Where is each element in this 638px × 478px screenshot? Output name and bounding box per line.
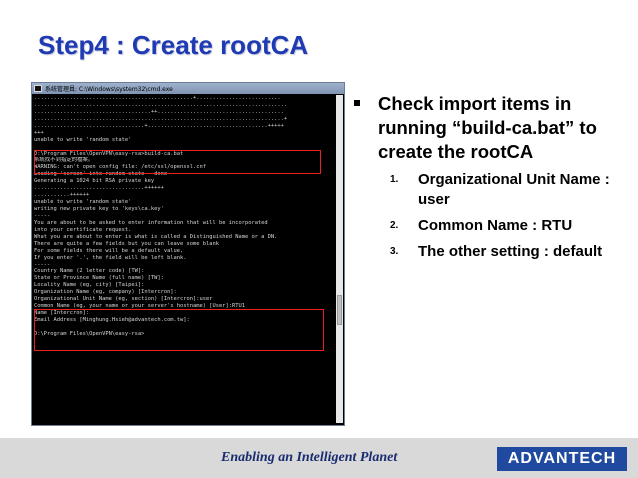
cmd-window-title: 系统管理員: C:\Windows\system32\cmd.exe xyxy=(45,86,173,93)
cmd-scrollbar[interactable] xyxy=(336,95,343,423)
sub-item: 3. The other setting : default xyxy=(390,242,620,262)
cmd-line: ..................................++++++ xyxy=(34,185,164,192)
sub-item-text: The other setting : default xyxy=(418,243,603,260)
footer-tagline: Enabling an Intelligent Planet xyxy=(221,450,398,465)
slide-title: Step4 : Create rootCA xyxy=(38,30,309,60)
cmd-line: into your certificate request. xyxy=(34,226,132,233)
sub-item: 2. Common Name : RTU xyxy=(390,216,620,236)
sub-item-number: 2. xyxy=(390,220,399,231)
cmd-line: unable to write 'random state' xyxy=(34,136,132,143)
cmd-line: You are about to be asked to enter infor… xyxy=(34,219,268,226)
sub-item-number: 1. xyxy=(390,174,399,185)
cmd-line: Generating a 1024 bit RSA private key xyxy=(34,178,155,185)
cmd-line: ........................................… xyxy=(34,101,288,108)
cmd-line: State or Province Name (full name) [TW]: xyxy=(34,275,164,282)
cmd-line: Locality Name (eg, city) [Taipei]: xyxy=(34,282,145,289)
cmd-output: ........................................… xyxy=(34,95,335,423)
cmd-line: Organizational Unit Name (eg, section) [… xyxy=(34,296,213,303)
logo-text: ADVANTECH xyxy=(507,450,617,467)
cmd-line: Country Name (2 letter code) [TW]: xyxy=(34,268,145,275)
cmd-line: What you are about to enter is what is c… xyxy=(34,233,278,240)
sub-item-text: Organizational Unit Name : user xyxy=(418,171,610,208)
sub-item: 1. Organizational Unit Name : user xyxy=(390,170,620,210)
cmd-line: ----- xyxy=(34,212,51,219)
cmd-line: ..................................+.....… xyxy=(34,122,284,129)
sub-list: 1. Organizational Unit Name : user 2. Co… xyxy=(390,170,620,268)
cmd-line: ----- xyxy=(34,261,51,268)
highlight-box-org-unit xyxy=(34,309,324,351)
cmd-icon xyxy=(34,85,42,92)
highlight-box-build-ca xyxy=(34,150,321,174)
cmd-scroll-thumb[interactable] xyxy=(337,295,342,325)
cmd-line: ........................................… xyxy=(34,115,288,122)
sub-item-text: Common Name : RTU xyxy=(418,217,573,234)
bullet-square-icon xyxy=(354,100,360,106)
cmd-line: Organization Name (eg, company) [Intercr… xyxy=(34,289,177,296)
cmd-line: If you enter '.', the field will be left… xyxy=(34,254,187,261)
cmd-line: ....................................++..… xyxy=(34,108,284,115)
cmd-line: +++ xyxy=(34,129,44,136)
cmd-line: writing new private key to 'keys\ca.key' xyxy=(34,206,164,212)
main-bullet: Check import items in running “build-ca.… xyxy=(354,92,604,164)
cmd-window[interactable]: 系统管理員: C:\Windows\system32\cmd.exe .....… xyxy=(31,82,345,426)
advantech-logo: ADVANTECH xyxy=(497,447,627,471)
cmd-line: There are quite a few fields but you can… xyxy=(34,240,219,247)
cmd-line: ...........++++++ xyxy=(34,192,90,199)
cmd-line: For some fields there will be a default … xyxy=(34,247,184,254)
sub-item-number: 3. xyxy=(390,246,399,257)
cmd-line: unable to write 'random state' xyxy=(34,199,132,206)
main-bullet-text: Check import items in running “build-ca.… xyxy=(378,93,597,162)
cmd-titlebar[interactable]: 系统管理員: C:\Windows\system32\cmd.exe xyxy=(32,83,344,94)
footer: Enabling an Intelligent Planet ADVANTECH xyxy=(0,438,638,478)
cmd-line: ........................................… xyxy=(34,95,281,101)
